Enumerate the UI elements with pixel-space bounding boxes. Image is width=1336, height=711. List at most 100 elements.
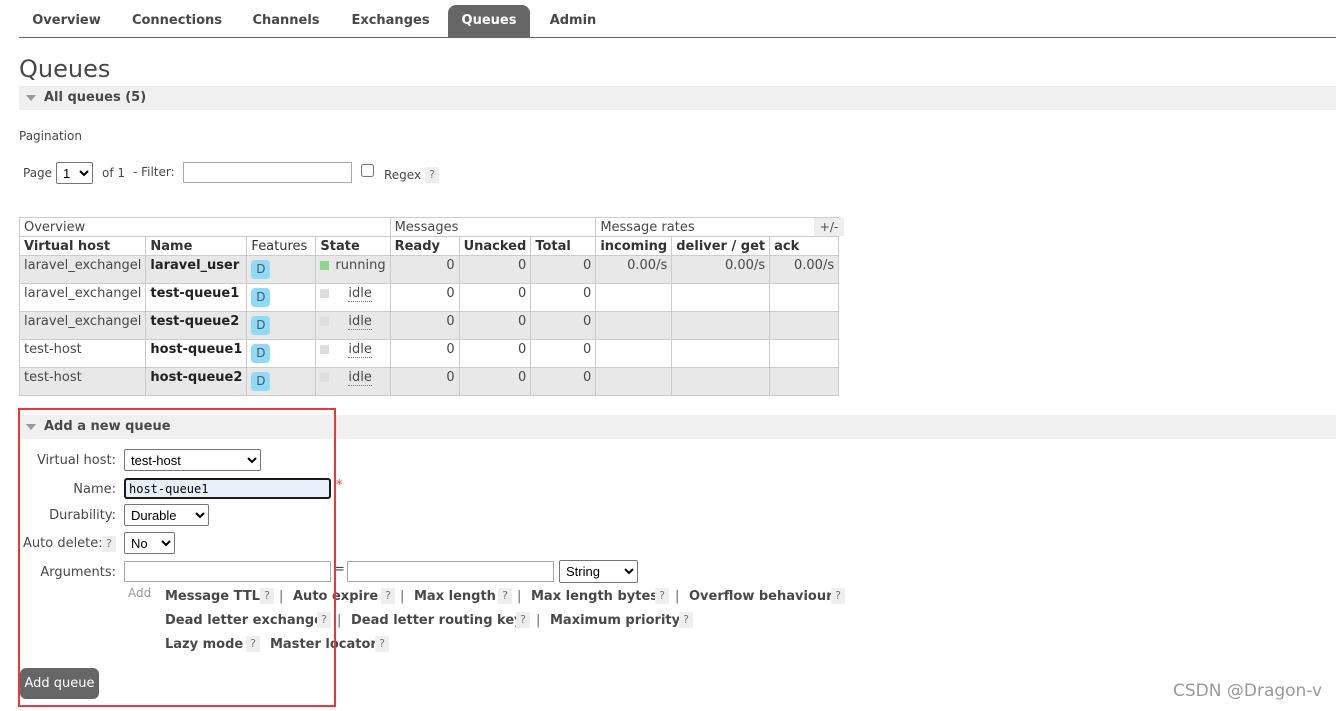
cell-incoming	[595, 367, 673, 396]
help-icon[interactable]: ?	[381, 588, 395, 604]
pagination-title: Pagination	[19, 129, 82, 143]
hint-max-length[interactable]: Max length	[414, 589, 496, 604]
cell-ready: 0	[389, 255, 460, 284]
regex-label: Regex	[384, 168, 422, 182]
cell-total: 0	[530, 255, 597, 284]
cell-vhost: laravel_exchangel	[18, 283, 147, 312]
tab-connections[interactable]: Connections	[124, 5, 230, 37]
durable-feature-badge: D	[251, 260, 271, 279]
tab-admin[interactable]: Admin	[541, 5, 605, 37]
table-row: test-host host-queue1 D idle 0 0 0	[18, 339, 840, 368]
hint-dead-letter-routing-key[interactable]: Dead letter routing key	[351, 613, 523, 628]
all-queues-label: All queues (5)	[44, 90, 147, 105]
help-icon[interactable]: ?	[655, 588, 669, 604]
cell-state: idle	[348, 370, 372, 386]
cell-ack	[769, 283, 840, 312]
cell-state: idle	[348, 314, 372, 330]
watermark: CSDN @Dragon-v	[1173, 681, 1323, 701]
cell-total: 0	[530, 283, 597, 312]
separator: |	[517, 589, 522, 604]
argument-value-input[interactable]	[347, 561, 554, 582]
tab-overview[interactable]: Overview	[19, 5, 114, 37]
help-icon[interactable]: ?	[375, 636, 389, 652]
separator: |	[337, 613, 342, 628]
filter-input[interactable]	[183, 162, 352, 183]
queue-name-link[interactable]: host-queue1	[145, 339, 248, 368]
highlight-box	[18, 408, 336, 707]
cell-deliver	[671, 311, 771, 340]
group-header-overview: Overview	[19, 217, 391, 237]
cell-unacked: 0	[458, 339, 532, 368]
hint-overflow-behaviour[interactable]: Overflow behaviour	[689, 589, 833, 604]
cell-vhost: test-host	[18, 339, 147, 368]
cell-deliver	[671, 367, 771, 396]
hint-maximum-priority[interactable]: Maximum priority	[550, 613, 680, 628]
col-incoming[interactable]: incoming	[595, 236, 673, 256]
cell-total: 0	[530, 367, 597, 396]
col-deliver-get[interactable]: deliver / get	[671, 236, 771, 256]
cell-state: running	[335, 258, 386, 273]
col-ready[interactable]: Ready	[389, 236, 460, 256]
state-idle-icon	[320, 345, 330, 354]
state-idle-icon	[320, 317, 330, 326]
queues-table: Overview Messages Message rates Virtual …	[18, 217, 840, 396]
queue-name-link[interactable]: laravel_user	[145, 255, 248, 284]
queue-name-link[interactable]: host-queue2	[145, 367, 248, 396]
filter-label: - Filter:	[133, 165, 175, 179]
table-row: laravel_exchangel test-queue1 D idle 0 0…	[18, 283, 840, 312]
help-icon[interactable]: ?	[679, 612, 693, 628]
cell-ack	[769, 367, 840, 396]
queue-name-link[interactable]: test-queue1	[145, 283, 248, 312]
durable-feature-badge: D	[251, 344, 271, 363]
col-state[interactable]: State	[315, 236, 391, 256]
regex-help-icon[interactable]: ?	[425, 167, 439, 183]
tab-channels[interactable]: Channels	[243, 5, 329, 37]
cell-ready: 0	[389, 367, 460, 396]
table-row: laravel_exchangel laravel_user D running…	[18, 255, 840, 284]
cell-incoming: 0.00/s	[595, 255, 673, 284]
tab-exchanges[interactable]: Exchanges	[343, 5, 438, 37]
cell-unacked: 0	[458, 311, 532, 340]
col-virtual-host[interactable]: Virtual host	[18, 236, 147, 256]
state-idle-icon	[320, 373, 330, 382]
cell-ack	[769, 339, 840, 368]
cell-incoming	[595, 283, 673, 312]
help-icon[interactable]: ?	[498, 588, 512, 604]
queue-name-link[interactable]: test-queue2	[145, 311, 248, 340]
cell-ready: 0	[389, 311, 460, 340]
durable-feature-badge: D	[251, 316, 271, 335]
durable-feature-badge: D	[251, 288, 271, 307]
argument-type-select[interactable]: String	[559, 560, 638, 583]
cell-unacked: 0	[458, 283, 532, 312]
col-features: Features	[246, 236, 317, 256]
cell-deliver	[671, 283, 771, 312]
col-total[interactable]: Total	[530, 236, 597, 256]
tab-queues[interactable]: Queues	[448, 5, 530, 37]
help-icon[interactable]: ?	[831, 588, 845, 604]
col-ack[interactable]: ack	[769, 236, 840, 256]
regex-checkbox[interactable]	[361, 164, 374, 177]
state-idle-icon	[320, 289, 330, 298]
col-unacked[interactable]: Unacked	[458, 236, 532, 256]
cell-ready: 0	[389, 283, 460, 312]
all-queues-section-toggle[interactable]: All queues (5)	[19, 86, 1336, 110]
cell-unacked: 0	[458, 367, 532, 396]
help-icon[interactable]: ?	[516, 612, 530, 628]
page-select[interactable]: 1	[56, 162, 93, 184]
cell-vhost: laravel_exchangel	[18, 311, 147, 340]
page-of-label: of 1	[102, 166, 126, 180]
cell-incoming	[595, 339, 673, 368]
cell-unacked: 0	[458, 255, 532, 284]
page-label: Page	[23, 166, 53, 180]
hint-max-length-bytes[interactable]: Max length bytes	[531, 589, 658, 604]
cell-ack	[769, 311, 840, 340]
cell-total: 0	[530, 339, 597, 368]
col-name[interactable]: Name	[145, 236, 248, 256]
collapse-triangle-icon	[26, 95, 36, 101]
page-title: Queues	[19, 55, 111, 83]
cell-state: idle	[348, 342, 372, 358]
columns-toggle-button[interactable]: +/-	[814, 218, 844, 236]
required-mark: *	[336, 478, 343, 493]
durable-feature-badge: D	[251, 372, 271, 391]
cell-total: 0	[530, 311, 597, 340]
